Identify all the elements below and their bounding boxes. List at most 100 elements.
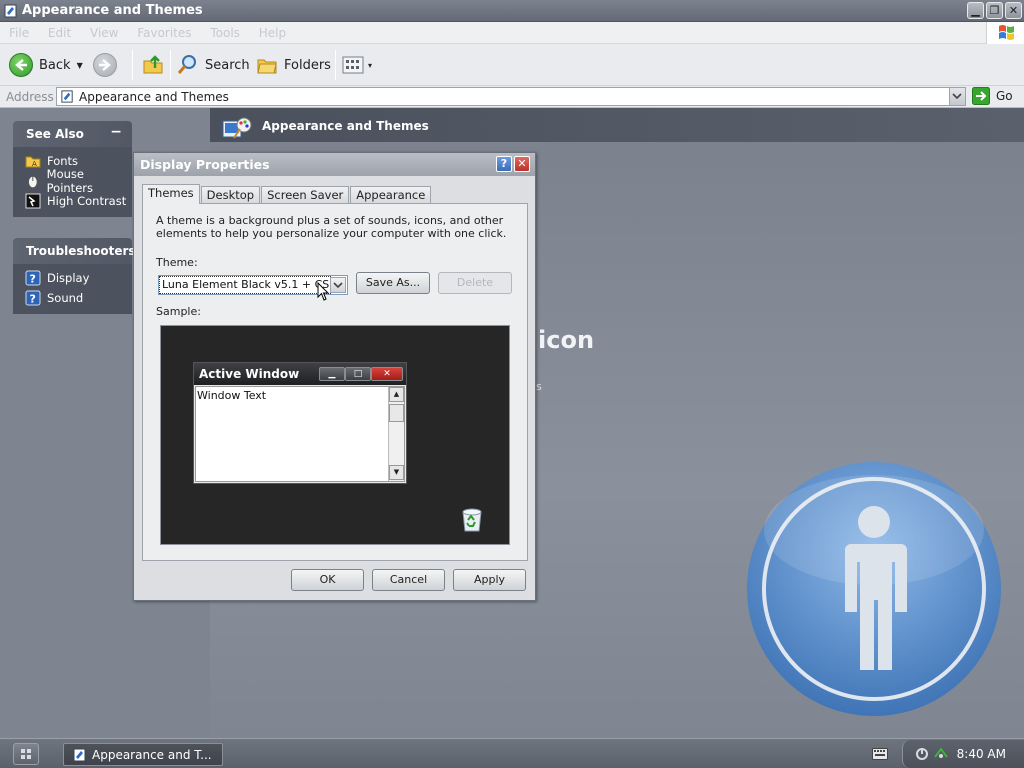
save-as-button[interactable]: Save As... [356, 272, 430, 294]
theme-select-value: Luna Element Black v5.1 + CSS [159, 276, 331, 294]
forward-button[interactable] [93, 52, 117, 78]
start-button[interactable] [13, 743, 39, 765]
sidebar-item-label: Fonts [47, 154, 79, 168]
address-value: Appearance and Themes [79, 90, 229, 104]
sample-window-title: Active Window [199, 367, 300, 381]
troubleshooters-panel: Troubleshooters ? Display ? Sound [13, 238, 136, 314]
sample-scrollbar: ▲ ▼ [388, 387, 404, 481]
sidebar-item-label: High Contrast [47, 194, 127, 208]
cancel-button[interactable]: Cancel [372, 569, 445, 591]
go-button[interactable]: Go [972, 87, 1013, 105]
sidebar-item-display[interactable]: ? Display [25, 268, 132, 288]
help-button[interactable]: ? [496, 156, 512, 172]
sidebar-item-high-contrast[interactable]: High Contrast [25, 191, 132, 211]
collapse-icon[interactable]: − [110, 124, 122, 140]
address-label: Address [6, 90, 54, 104]
start-grid-icon [21, 749, 31, 759]
folder-window-icon [4, 4, 17, 18]
content-header: Appearance and Themes [210, 108, 1024, 142]
troubleshooters-title: Troubleshooters [26, 244, 136, 258]
chevron-down-icon [333, 282, 343, 289]
menu-edit[interactable]: Edit [39, 22, 77, 40]
content-header-title: Appearance and Themes [262, 119, 429, 133]
dialog-titlebar[interactable]: Display Properties ? ✕ [134, 153, 535, 176]
themes-tab-panel: A theme is a background plus a set of so… [142, 203, 528, 561]
close-button[interactable]: ✕ [1005, 2, 1022, 19]
ok-button[interactable]: OK [291, 569, 364, 591]
tab-desktop[interactable]: Desktop [200, 186, 261, 204]
system-tray: 8:40 AM [902, 740, 1024, 768]
control-panel-icon [61, 90, 73, 103]
system-clock[interactable]: 8:40 AM [957, 747, 1006, 761]
delete-button[interactable]: Delete [438, 272, 512, 294]
tab-screen-saver[interactable]: Screen Saver [261, 186, 350, 204]
menu-file[interactable]: File [0, 22, 35, 40]
theme-sample-preview: Active Window ▁ □ ✕ Window Text ▲ ▼ [160, 325, 510, 545]
menu-favorites[interactable]: Favorites [128, 22, 197, 40]
taskbar: Appearance and T... 8:40 AM [0, 738, 1024, 768]
go-label: Go [996, 89, 1013, 103]
sample-active-window: Active Window ▁ □ ✕ Window Text ▲ ▼ [193, 362, 407, 484]
keyboard-icon[interactable] [872, 748, 888, 760]
network-status-icon[interactable] [933, 745, 949, 761]
toolbar-separator [170, 50, 171, 80]
windows-flag-icon [999, 25, 1014, 40]
toolbar-separator [132, 50, 133, 80]
close-icon: ✕ [517, 157, 527, 170]
sample-minimize-icon: ▁ [319, 367, 345, 381]
minimize-button[interactable]: ▁ [967, 2, 984, 19]
folders-button[interactable]: Folders [256, 52, 331, 78]
see-also-header[interactable]: See Also − [13, 121, 132, 147]
maximize-button[interactable]: ❐ [986, 2, 1003, 19]
scroll-up-icon: ▲ [389, 387, 404, 402]
sample-window-titlebar: Active Window ▁ □ ✕ [194, 363, 406, 385]
back-label: Back [39, 57, 71, 73]
views-grid-icon [342, 56, 364, 74]
sample-close-icon: ✕ [371, 367, 403, 381]
menu-help[interactable]: Help [250, 22, 292, 40]
views-dropdown-icon: ▾ [368, 60, 373, 70]
display-properties-dialog: Display Properties ? ✕ Themes Desktop Sc… [133, 152, 536, 601]
appearance-themes-icon [222, 117, 252, 139]
themes-description: A theme is a background plus a set of so… [156, 214, 507, 240]
sidebar-item-label: Mouse Pointers [46, 167, 93, 195]
scroll-thumb [389, 404, 404, 422]
category-text: s [536, 380, 542, 393]
sample-maximize-icon: □ [345, 367, 371, 381]
troubleshooters-header[interactable]: Troubleshooters [13, 238, 136, 264]
sidebar-item-mouse-pointers[interactable]: Mouse Pointers [25, 167, 132, 195]
help-icon: ? [500, 157, 508, 170]
window-title: Appearance and Themes [22, 3, 203, 18]
restore-icon: ❐ [989, 4, 1000, 17]
up-folder-button[interactable] [142, 52, 164, 78]
menu-view[interactable]: View [81, 22, 124, 40]
tab-appearance[interactable]: Appearance [350, 186, 432, 204]
svg-text:?: ? [30, 293, 36, 306]
toolbar-separator [335, 50, 336, 80]
window-titlebar[interactable]: Appearance and Themes ▁ ❐ ✕ [0, 0, 1024, 22]
address-dropdown-button[interactable] [949, 88, 965, 105]
tab-themes[interactable]: Themes [142, 184, 200, 204]
fonts-folder-icon: A [25, 156, 41, 168]
back-dropdown-icon[interactable]: ▼ [77, 61, 83, 70]
taskbar-window-button[interactable]: Appearance and T... [63, 743, 223, 766]
svg-text:A: A [32, 160, 37, 168]
see-also-panel: See Also − A Fonts Mouse Pointers High C… [13, 121, 132, 217]
search-label: Search [205, 57, 250, 73]
address-bar: Address Appearance and Themes Go [0, 86, 1024, 108]
sidebar-item-sound[interactable]: ? Sound [25, 288, 132, 308]
search-button[interactable]: Search [177, 52, 250, 78]
apply-button[interactable]: Apply [453, 569, 526, 591]
dialog-close-button[interactable]: ✕ [514, 156, 530, 172]
address-input[interactable]: Appearance and Themes [56, 87, 966, 106]
theme-dropdown-button[interactable] [330, 277, 346, 293]
dialog-tabs: Themes Desktop Screen Saver Appearance [142, 184, 432, 204]
views-button[interactable]: ▾ [342, 52, 372, 78]
sample-window-text: Window Text [197, 389, 267, 402]
safely-remove-hardware-icon[interactable] [915, 746, 931, 762]
sidebar-item-label: Sound [47, 291, 84, 305]
menu-tools[interactable]: Tools [201, 22, 246, 40]
sample-label: Sample: [156, 305, 201, 318]
high-contrast-icon [25, 193, 41, 209]
back-button[interactable]: Back ▼ [9, 52, 83, 78]
